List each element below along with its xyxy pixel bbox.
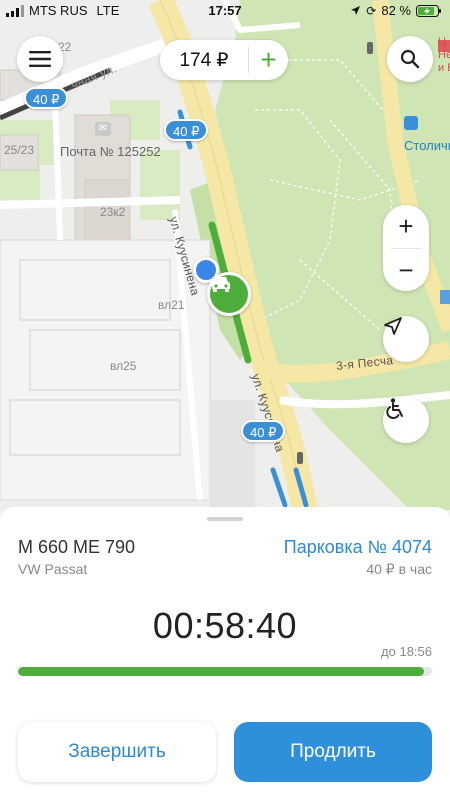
status-right: ⟳ 82 % (350, 3, 442, 18)
battery-charging-icon (416, 4, 441, 17)
parking-zone-link[interactable]: Парковка № 4074 (284, 537, 432, 558)
add-balance-button[interactable]: + (249, 46, 288, 74)
battery-percent: 82 % (381, 3, 411, 18)
zoom-in-button[interactable]: + (383, 205, 429, 248)
car-icon (212, 277, 230, 292)
wheelchair-icon (386, 398, 403, 419)
search-button[interactable] (387, 36, 433, 82)
search-icon (400, 49, 420, 69)
parking-price-pin[interactable]: 40 ₽ (241, 420, 286, 442)
active-parking-marker[interactable] (207, 272, 251, 316)
zoom-controls: + − (383, 205, 429, 291)
poi-label[interactable]: Ц Не и Б (438, 36, 450, 75)
building-label: 25/23 (4, 143, 35, 157)
my-location-button[interactable] (383, 316, 429, 362)
status-bar: MTS RUS LTE 17:57 ⟳ 82 % (0, 0, 450, 22)
session-progress-bar (18, 667, 432, 676)
rotation-lock-icon: ⟳ (366, 3, 377, 18)
parking-session-sheet: М 660 МЕ 790 VW Passat Парковка № 4074 4… (0, 507, 450, 800)
parking-price-pin[interactable]: 40 ₽ (24, 87, 69, 109)
sheet-grabber[interactable] (207, 517, 243, 521)
building-label: 23к2 (100, 205, 126, 219)
metro-label[interactable]: Столичн (404, 138, 450, 153)
balance-value[interactable]: 174 ₽ (160, 49, 248, 72)
session-end-time: до 18:56 (381, 644, 432, 659)
vehicle-model: VW Passat (18, 561, 88, 577)
vehicle-plate: М 660 МЕ 790 (18, 537, 136, 557)
navigation-arrow-icon (384, 317, 402, 335)
post-office-label: Почта № 125252 (60, 144, 161, 159)
parking-price-pin[interactable]: 40 ₽ (164, 119, 209, 141)
location-arrow-icon (351, 6, 361, 15)
building-label: вл21 (158, 298, 185, 312)
hamburger-icon (29, 51, 51, 67)
parking-rate: 40 ₽ в час (366, 561, 432, 577)
finish-parking-button[interactable]: Завершить (18, 722, 216, 782)
building-label: вл25 (110, 359, 137, 373)
session-progress-fill (18, 667, 424, 676)
extend-parking-button[interactable]: Продлить (234, 722, 432, 782)
accessible-parking-button[interactable] (383, 397, 429, 443)
balance-pill[interactable]: 174 ₽ + (160, 40, 288, 80)
session-timer: 00:58:40 (152, 605, 298, 646)
zoom-out-button[interactable]: − (383, 249, 429, 292)
mail-icon: ✉ (95, 122, 111, 136)
menu-button[interactable] (17, 36, 63, 82)
